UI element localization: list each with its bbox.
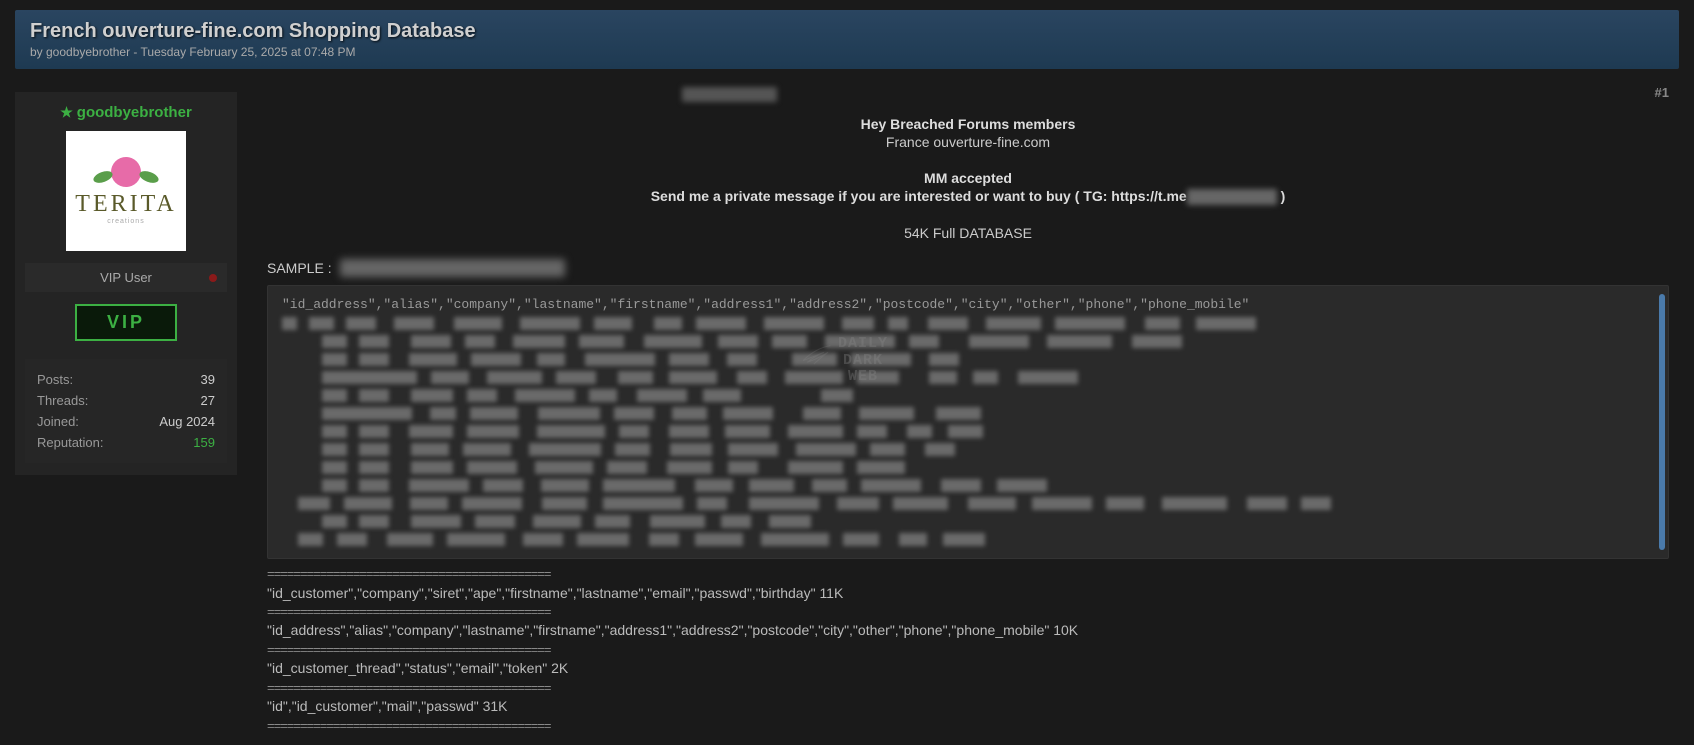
code-redacted-row [282,494,1654,512]
code-redacted-row [282,332,1654,350]
stat-posts: Posts: 39 [37,369,215,390]
post-dbsize: 54K Full DATABASE [267,225,1669,241]
username-link[interactable]: ★ goodbyebrother [25,104,227,121]
schema-line: "id_customer","company","siret","ape","f… [267,584,1669,604]
telegram-link[interactable]: https://t.me [1111,188,1186,204]
post-greeting: Hey Breached Forums members [267,116,1669,132]
user-panel: ★ goodbyebrother TERITA creations VIP Us… [15,77,237,745]
divider: ========================================… [267,679,1669,697]
post-body: #1 Hey Breached Forums members France ou… [237,77,1679,745]
user-status-row: VIP User [25,263,227,292]
sample-label: SAMPLE : [267,260,332,276]
code-sample-block[interactable]: "id_address","alias","company","lastname… [267,285,1669,559]
redacted-top [682,87,777,102]
divider: ========================================… [267,717,1669,735]
schema-block: ========================================… [267,565,1669,734]
stat-joined: Joined: Aug 2024 [37,411,215,432]
code-redacted-row [282,458,1654,476]
divider: ========================================… [267,603,1669,621]
code-redacted-row [282,404,1654,422]
schema-line: "id_customer_thread","status","email","t… [267,659,1669,679]
avatar-subtext: creations [107,218,144,225]
username-text: goodbyebrother [77,104,192,121]
sample-row: SAMPLE : [267,259,1669,277]
divider: ========================================… [267,565,1669,583]
avatar-flower-icon [111,157,141,187]
thread-header: French ouverture-fine.com Shopping Datab… [15,10,1679,69]
scrollbar[interactable] [1659,294,1665,550]
schema-line: "id","id_customer","mail","passwd" 31K [267,697,1669,717]
code-redacted-row [282,350,1654,368]
divider: ========================================… [267,641,1669,659]
star-icon: ★ [60,104,73,121]
code-redacted-row [282,476,1654,494]
post-mm: MM accepted [267,170,1669,186]
code-redacted-row [282,314,1654,332]
code-redacted-row [282,440,1654,458]
code-redacted-row [282,368,1654,386]
stat-threads: Threads: 27 [37,390,215,411]
code-redacted-row [282,512,1654,530]
post-content: Hey Breached Forums members France ouver… [267,116,1669,241]
redacted-sample-link [340,259,565,277]
code-redacted-row [282,386,1654,404]
code-header-line: "id_address","alias","company","lastname… [282,296,1654,314]
user-status-label: VIP User [100,270,152,285]
post-contact: Send me a private message if you are int… [267,188,1669,205]
redacted-tg [1187,189,1277,205]
stat-reputation[interactable]: Reputation: 159 [37,432,215,453]
thread-title: French ouverture-fine.com Shopping Datab… [30,20,1664,43]
avatar[interactable]: TERITA creations [66,131,186,251]
post-site: France ouverture-fine.com [267,134,1669,150]
user-stats: Posts: 39 Threads: 27 Joined: Aug 2024 R… [25,359,227,463]
avatar-text: TERITA [75,191,176,218]
thread-byline: by goodbyebrother - Tuesday February 25,… [30,45,1664,59]
post-container: ★ goodbyebrother TERITA creations VIP Us… [15,77,1679,745]
code-redacted-row [282,530,1654,548]
code-redacted-row [282,422,1654,440]
offline-indicator-icon [209,274,217,282]
post-number-link[interactable]: #1 [1655,85,1669,100]
vip-badge: VIP [75,304,177,341]
schema-line: "id_address","alias","company","lastname… [267,621,1669,641]
